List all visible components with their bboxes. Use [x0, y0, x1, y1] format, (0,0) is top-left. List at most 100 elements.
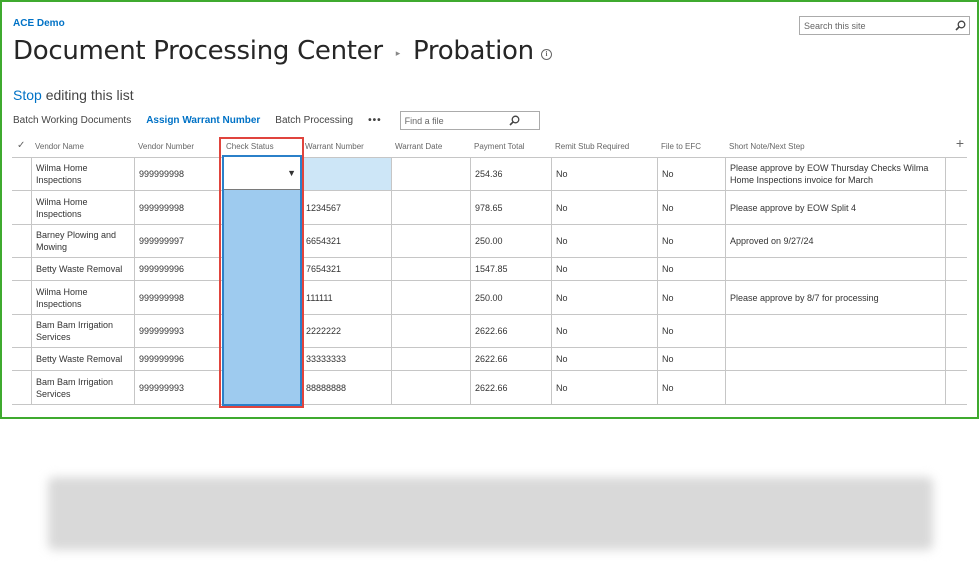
column-header-warrant-number[interactable]: Warrant Number	[305, 142, 364, 151]
column-header-vendor-name[interactable]: Vendor Name	[35, 142, 84, 151]
cell-warrant-number[interactable]: 7654321	[301, 258, 391, 280]
cell-short-note[interactable]: Please approve by 8/7 for processing	[725, 281, 946, 314]
cell-file-to-efc[interactable]: No	[657, 281, 725, 314]
cell-warrant-date[interactable]	[391, 348, 470, 370]
cell-warrant-number[interactable]: 33333333	[301, 348, 391, 370]
cell-file-to-efc[interactable]: No	[657, 258, 725, 280]
row-selector[interactable]	[12, 258, 31, 280]
cell-vendor-number[interactable]: 999999998	[134, 158, 222, 190]
add-column-icon[interactable]: +	[956, 135, 964, 151]
cell-remit-stub-required[interactable]: No	[551, 371, 657, 404]
check-status-column-selection[interactable]	[223, 158, 301, 406]
cell-payment-total[interactable]: 2622.66	[470, 371, 551, 404]
cell-vendor-number[interactable]: 999999997	[134, 225, 222, 257]
cell-short-note[interactable]: Please approve by EOW Thursday Checks Wi…	[725, 158, 946, 190]
column-header-file-to-efc[interactable]: File to EFC	[661, 142, 701, 151]
table-row[interactable]: Bam Bam Irrigation Services 999999993 2222…	[12, 315, 967, 348]
cell-short-note[interactable]: Please approve by EOW Split 4	[725, 191, 946, 224]
table-row[interactable]: Wilma Home Inspections 999999998 1234567 97…	[12, 191, 967, 225]
cell-short-note[interactable]	[725, 258, 946, 280]
table-row[interactable]: Wilma Home Inspections99999999812345254.…	[12, 158, 967, 191]
cell-remit-stub-required[interactable]: No	[551, 315, 657, 347]
cell-vendor-number[interactable]: 999999998	[134, 191, 222, 224]
cell-warrant-date[interactable]	[391, 315, 470, 347]
cell-payment-total[interactable]: 250.00	[470, 281, 551, 314]
cell-vendor-name[interactable]: Bam Bam Irrigation Services	[31, 371, 134, 404]
cell-warrant-date[interactable]	[391, 225, 470, 257]
row-selector[interactable]	[12, 225, 31, 257]
search-icon[interactable]	[506, 112, 524, 129]
table-row[interactable]: Betty Waste Removal 999999996 7654321 1547.…	[12, 258, 967, 281]
column-header-payment-total[interactable]: Payment Total	[474, 142, 525, 151]
cell-file-to-efc[interactable]: No	[657, 348, 725, 370]
cell-warrant-number[interactable]: 88888888	[301, 371, 391, 404]
cell-vendor-number[interactable]: 999999996	[134, 258, 222, 280]
info-icon[interactable]: i	[540, 48, 552, 60]
cell-warrant-number[interactable]: 1234567	[301, 191, 391, 224]
cell-file-to-efc[interactable]: No	[657, 225, 725, 257]
cell-file-to-efc[interactable]: No	[657, 191, 725, 224]
table-row[interactable]: Bam Bam Irrigation Services 999999993 8888…	[12, 371, 967, 405]
column-header-check-status[interactable]: Check Status	[226, 142, 274, 151]
site-name-link[interactable]: ACE Demo	[13, 18, 65, 29]
search-site-box[interactable]: Search this site	[799, 16, 970, 35]
cell-warrant-date[interactable]	[391, 258, 470, 280]
cell-remit-stub-required[interactable]: No	[551, 225, 657, 257]
cell-payment-total[interactable]: 2622.66	[470, 348, 551, 370]
view-assign-warrant-number[interactable]: Assign Warrant Number	[146, 115, 260, 126]
cell-short-note[interactable]	[725, 371, 946, 404]
more-views-icon[interactable]: •••	[368, 115, 382, 126]
cell-vendor-name[interactable]: Barney Plowing and Mowing	[31, 225, 134, 257]
row-selector[interactable]	[12, 158, 31, 190]
table-row[interactable]: Betty Waste Removal 999999996 33333333 2622…	[12, 348, 967, 371]
find-file-box[interactable]: Find a file	[399, 111, 540, 130]
check-status-dropdown[interactable]: ▼	[223, 156, 301, 190]
checkmark-icon[interactable]: ✓	[17, 140, 25, 151]
cell-vendor-number[interactable]: 999999993	[134, 315, 222, 347]
cell-warrant-date[interactable]	[391, 281, 470, 314]
cell-vendor-name[interactable]: Bam Bam Irrigation Services	[31, 315, 134, 347]
cell-vendor-name[interactable]: Wilma Home Inspections	[31, 281, 134, 314]
cell-payment-total[interactable]: 254.36	[470, 158, 551, 190]
cell-vendor-name[interactable]: Wilma Home Inspections	[31, 191, 134, 224]
cell-file-to-efc[interactable]: No	[657, 158, 725, 190]
column-header-vendor-number[interactable]: Vendor Number	[138, 142, 194, 151]
cell-warrant-date[interactable]	[391, 371, 470, 404]
table-row[interactable]: Wilma Home Inspections 999999998 111111 250…	[12, 281, 967, 315]
cell-vendor-number[interactable]: 999999996	[134, 348, 222, 370]
row-selector[interactable]	[12, 281, 31, 314]
cell-vendor-name[interactable]: Betty Waste Removal	[31, 258, 134, 280]
dropdown-arrow-icon[interactable]: ▼	[287, 168, 296, 178]
cell-remit-stub-required[interactable]: No	[551, 281, 657, 314]
cell-warrant-date[interactable]	[391, 158, 470, 190]
table-row[interactable]: Barney Plowing and Mowing 999999997 665432…	[12, 225, 967, 258]
cell-vendor-number[interactable]: 999999993	[134, 371, 222, 404]
view-batch-working-documents[interactable]: Batch Working Documents	[13, 115, 131, 126]
cell-payment-total[interactable]: 250.00	[470, 225, 551, 257]
search-site-input[interactable]: Search this site	[800, 21, 951, 31]
cell-short-note[interactable]: Approved on 9/27/24	[725, 225, 946, 257]
find-file-input[interactable]: Find a file	[401, 116, 491, 126]
column-header-warrant-date[interactable]: Warrant Date	[395, 142, 442, 151]
cell-payment-total[interactable]: 1547.85	[470, 258, 551, 280]
cell-vendor-name[interactable]: Betty Waste Removal	[31, 348, 134, 370]
cell-warrant-number[interactable]: 111111	[301, 281, 391, 314]
cell-payment-total[interactable]: 2622.66	[470, 315, 551, 347]
search-icon[interactable]	[951, 17, 969, 34]
cell-warrant-date[interactable]	[391, 191, 470, 224]
cell-remit-stub-required[interactable]: No	[551, 191, 657, 224]
column-header-short-note[interactable]: Short Note/Next Step	[729, 142, 805, 151]
row-selector[interactable]	[12, 191, 31, 224]
cell-payment-total[interactable]: 978.65	[470, 191, 551, 224]
cell-short-note[interactable]	[725, 348, 946, 370]
cell-short-note[interactable]	[725, 315, 946, 347]
breadcrumb-root[interactable]: Document Processing Center	[13, 36, 383, 66]
cell-vendor-name[interactable]: Wilma Home Inspections	[31, 158, 134, 190]
stop-editing-link[interactable]: Stop editing this list	[13, 87, 134, 103]
row-selector[interactable]	[12, 371, 31, 404]
column-header-remit-stub-required[interactable]: Remit Stub Required	[555, 142, 629, 151]
cell-vendor-number[interactable]: 999999998	[134, 281, 222, 314]
cell-remit-stub-required[interactable]: No	[551, 158, 657, 190]
cell-remit-stub-required[interactable]: No	[551, 258, 657, 280]
view-batch-processing[interactable]: Batch Processing	[275, 115, 353, 126]
